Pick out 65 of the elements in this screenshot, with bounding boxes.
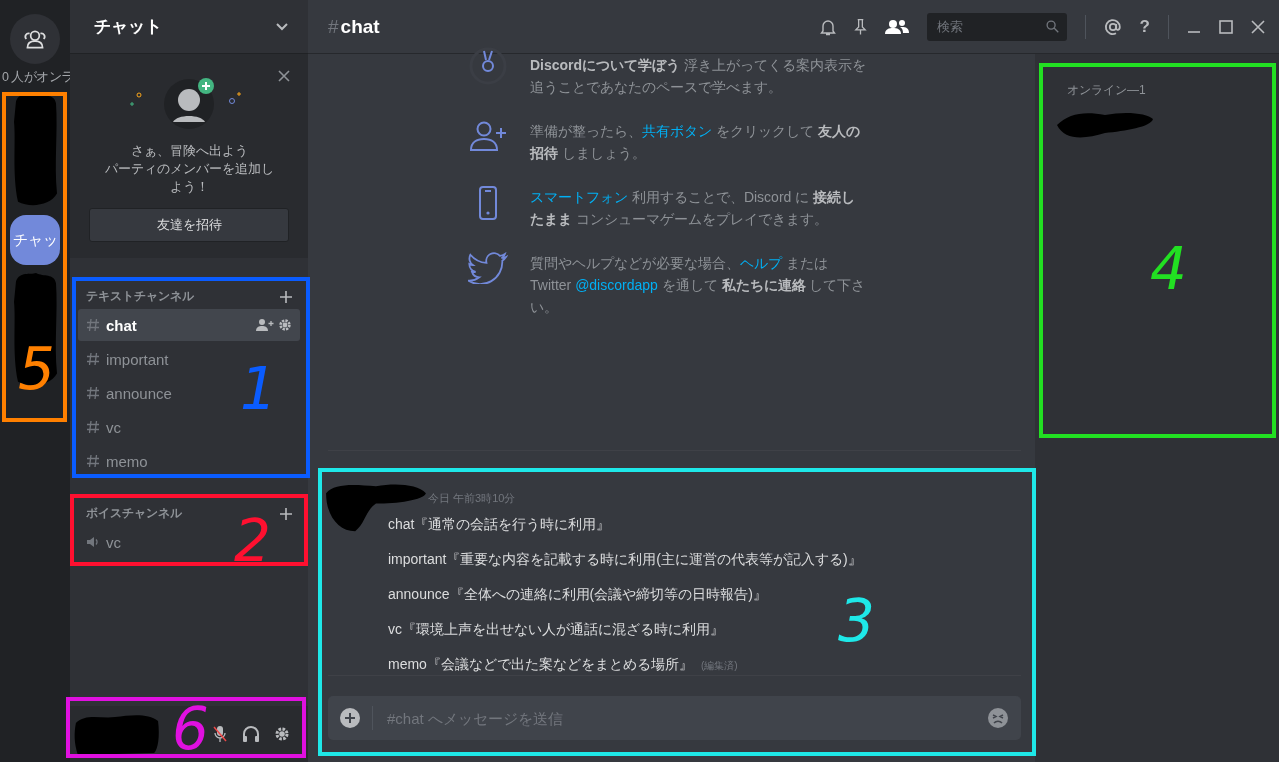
channel-item[interactable]: announce [78,377,192,409]
annotation-number: 5 [18,340,55,398]
add-icon[interactable] [340,708,360,728]
channel-item[interactable]: important [78,343,189,375]
hash-icon [86,454,100,468]
search-icon [1045,20,1059,33]
plus-icon[interactable] [280,290,292,303]
search-field[interactable]: 検索 [926,12,1067,41]
category-name[interactable]: テキストチャンネル [86,288,194,305]
chevron-icon [276,22,288,31]
channel-item[interactable]: vc [78,411,141,443]
message-text: memo『会議などで出た案などをまとめる場所』 [388,656,693,672]
mention-icon[interactable] [1103,17,1122,36]
tip-text: 質問やヘルプなどが必要な場合、ヘルプ または Twitter @discordapp を通して 私たちに連絡 して下さい。 [530,254,866,317]
message-text: important『重要な内容を記載する時に利用(主に運営の代表等が記入する)』 [388,551,862,567]
annotation-number: 1 [240,360,277,418]
hash-icon [86,352,100,366]
bell-icon[interactable] [819,17,836,36]
close-icon[interactable] [1251,19,1265,34]
hash-icon [86,420,100,434]
home-button[interactable] [10,14,60,64]
headphones-icon[interactable] [242,725,260,743]
channel-title: chat [340,15,380,38]
hash-symbol: # [328,15,339,38]
hash-icon [86,386,100,400]
speaker-icon [86,535,100,549]
emoji-icon[interactable] [987,707,1009,729]
server-icon[interactable]: チャッ [10,215,60,265]
invite-message: さぁ、冒険へ出よう [130,142,248,160]
category-name[interactable]: ボイスチャンネル [86,505,182,522]
add-user-icon [468,120,508,152]
hash-icon [86,318,100,332]
tip-text: スマートフォン 利用することで、Discord に 接続したまま コンシューマゲームをプレイできます。 [530,188,857,229]
microphone-icon[interactable] [212,725,228,743]
channel-item[interactable]: vc [78,526,141,558]
invite-button[interactable]: 友達を招待 [89,208,289,242]
message-text: chat『通常の会話を行う時に利用』 [388,516,611,532]
annotation-number: 4 [1150,240,1187,298]
channel-item[interactable]: memo [78,445,168,477]
link[interactable]: ヘルプ [740,255,782,271]
link[interactable]: スマートフォン [530,189,628,205]
tip-text: Discordについて学ぼう 浮き上がってくる案内表示を追うことであなたのペースで学べます。 [530,56,866,97]
tip-text: 準備が整ったら、共有ボタン をクリックして 友人の招待 しましょう。 [530,122,861,163]
invite-message: パーティのメンバーを追加しよう！ [104,160,274,196]
channel-item[interactable]: chat [78,309,300,341]
message-text: announce『全体への連絡に利用(会議や締切等の日時報告)』 [388,586,767,602]
annotation-number: 3 [838,592,875,650]
members-icon[interactable] [884,18,909,35]
bird-icon [468,252,508,284]
annotation-number: 6 [172,700,209,758]
plus-icon[interactable] [280,507,292,520]
maximize-icon[interactable] [1219,19,1233,34]
pin-icon[interactable] [853,17,867,36]
close-icon[interactable] [278,70,290,82]
search-input[interactable]: 検索 [934,18,1046,35]
link[interactable]: 共有ボタン [642,123,712,139]
settings-icon[interactable] [278,318,292,332]
message-text: vc『環境上声を出せない人が通話に混ざる時に利用』 [388,621,724,637]
link[interactable]: @discordapp [575,277,658,293]
settings-icon[interactable] [274,726,290,742]
member-group-heading: オンライン—1 [1067,82,1147,99]
medal-icon [468,46,508,86]
add-member-icon[interactable] [256,318,274,332]
help-button[interactable]: ? [1139,16,1150,37]
annotation-number: 2 [234,512,271,570]
